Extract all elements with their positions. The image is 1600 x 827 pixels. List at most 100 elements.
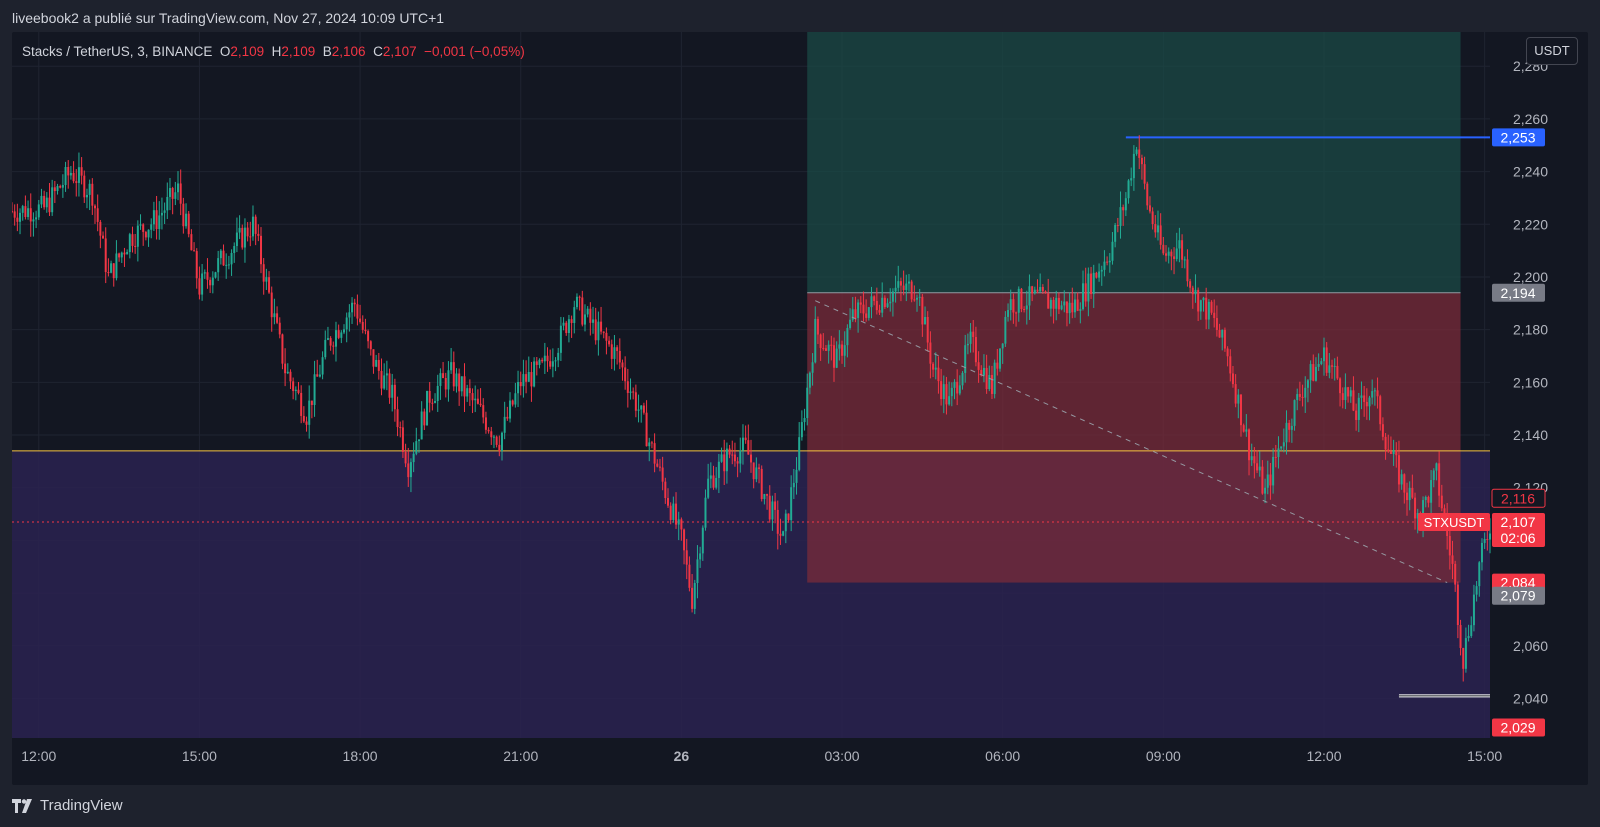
candle-body: [94, 205, 97, 209]
chart-area[interactable]: 2,040 2,060 2,120 2,140 2,160 2,180 2,200 2,220…: [12, 32, 1588, 785]
candle-body: [1472, 594, 1475, 626]
candle-body: [1288, 422, 1291, 430]
candle-body: [163, 210, 166, 213]
price-chart[interactable]: 2,0402,0602,1202,1402,1602,1802,2002,220…: [12, 32, 1588, 785]
candle-body: [1250, 456, 1253, 461]
candle-body: [1470, 625, 1473, 636]
candle-body: [972, 331, 975, 338]
candle: [530, 361, 533, 402]
candle-body: [1017, 288, 1020, 313]
candle: [260, 227, 263, 274]
candle-body: [1301, 396, 1304, 398]
candle: [24, 195, 27, 220]
price-badge-label: 2,029: [1500, 719, 1535, 735]
candle: [99, 219, 102, 249]
candle: [166, 182, 169, 220]
candle-body: [118, 253, 121, 258]
candle-body: [1282, 442, 1285, 447]
candle-body: [1462, 647, 1465, 669]
candle-body: [458, 373, 461, 392]
candle: [511, 399, 514, 407]
candle-body: [1451, 555, 1454, 564]
candle: [190, 229, 193, 251]
change-value: −0,001 (−0,05%): [424, 44, 525, 59]
x-tick-label: 15:00: [1467, 748, 1502, 764]
candle: [126, 249, 129, 255]
candle: [337, 324, 340, 340]
candle-body: [289, 371, 292, 382]
candle-body: [1296, 394, 1299, 401]
candle-body: [367, 331, 370, 342]
candle-body: [1065, 301, 1068, 314]
price-badge-label: 2,194: [1500, 285, 1535, 301]
candle-body: [487, 429, 490, 432]
candle: [650, 440, 653, 449]
candle-body: [760, 468, 763, 500]
candle-body: [1309, 364, 1312, 381]
candle-body: [158, 215, 161, 230]
candle-body: [452, 362, 455, 387]
candle: [565, 320, 568, 336]
candle: [80, 157, 83, 185]
candle: [444, 372, 447, 398]
candle-body: [701, 527, 704, 554]
candle-body: [1009, 299, 1012, 311]
candle-body: [878, 310, 881, 313]
candle-body: [640, 405, 643, 410]
candle-body: [1049, 299, 1052, 309]
candle-body: [75, 181, 78, 183]
candle: [227, 255, 230, 270]
tradingview-logo[interactable]: TradingView: [12, 797, 123, 814]
candle-body: [233, 246, 236, 253]
candle-body: [112, 263, 115, 279]
candle-body: [549, 361, 552, 367]
tradingview-icon: [12, 798, 32, 813]
candle-body: [284, 363, 287, 374]
candle-body: [1381, 424, 1384, 437]
candle-body: [634, 392, 637, 411]
candle: [546, 347, 549, 372]
candle-body: [822, 347, 825, 349]
candle-body: [1258, 466, 1261, 471]
candle-body: [803, 418, 806, 423]
candle-body: [1467, 635, 1470, 639]
candle-body: [565, 322, 568, 334]
candle: [326, 326, 329, 341]
y-tick-label: 2,160: [1513, 374, 1548, 390]
candle-body: [907, 281, 910, 284]
candle-body: [873, 296, 876, 301]
candle-body: [704, 497, 707, 528]
candle-body: [870, 296, 873, 308]
candle-body: [533, 361, 536, 387]
candle-body: [988, 374, 991, 389]
candle-body: [380, 370, 383, 389]
candle-body: [326, 338, 329, 340]
candle-body: [653, 443, 656, 464]
candle-body: [1349, 390, 1352, 397]
candle-body: [977, 362, 980, 370]
candle-body: [375, 359, 378, 367]
candle-body: [482, 405, 485, 418]
candle-body: [1173, 256, 1176, 259]
candle-body: [123, 252, 126, 255]
candle-body: [709, 475, 712, 479]
candle-body: [120, 252, 123, 258]
candle-body: [302, 415, 305, 422]
candle-body: [605, 332, 608, 341]
candle-body: [1440, 495, 1443, 509]
candle-body: [929, 342, 932, 364]
candle-body: [195, 251, 198, 279]
candle-body: [177, 183, 180, 193]
candle: [559, 316, 562, 362]
candle-body: [956, 381, 959, 394]
candle-body: [225, 264, 228, 266]
currency-button[interactable]: USDT: [1526, 37, 1578, 65]
candle: [241, 224, 244, 250]
candle-body: [1167, 251, 1170, 256]
candle: [567, 314, 570, 343]
symbol-legend: Stacks / TetherUS, 3, BINANCE O2,109 H2,…: [22, 44, 525, 59]
candle: [517, 370, 520, 408]
candle-body: [1387, 449, 1390, 452]
candle: [616, 345, 619, 365]
candle-body: [982, 367, 985, 376]
